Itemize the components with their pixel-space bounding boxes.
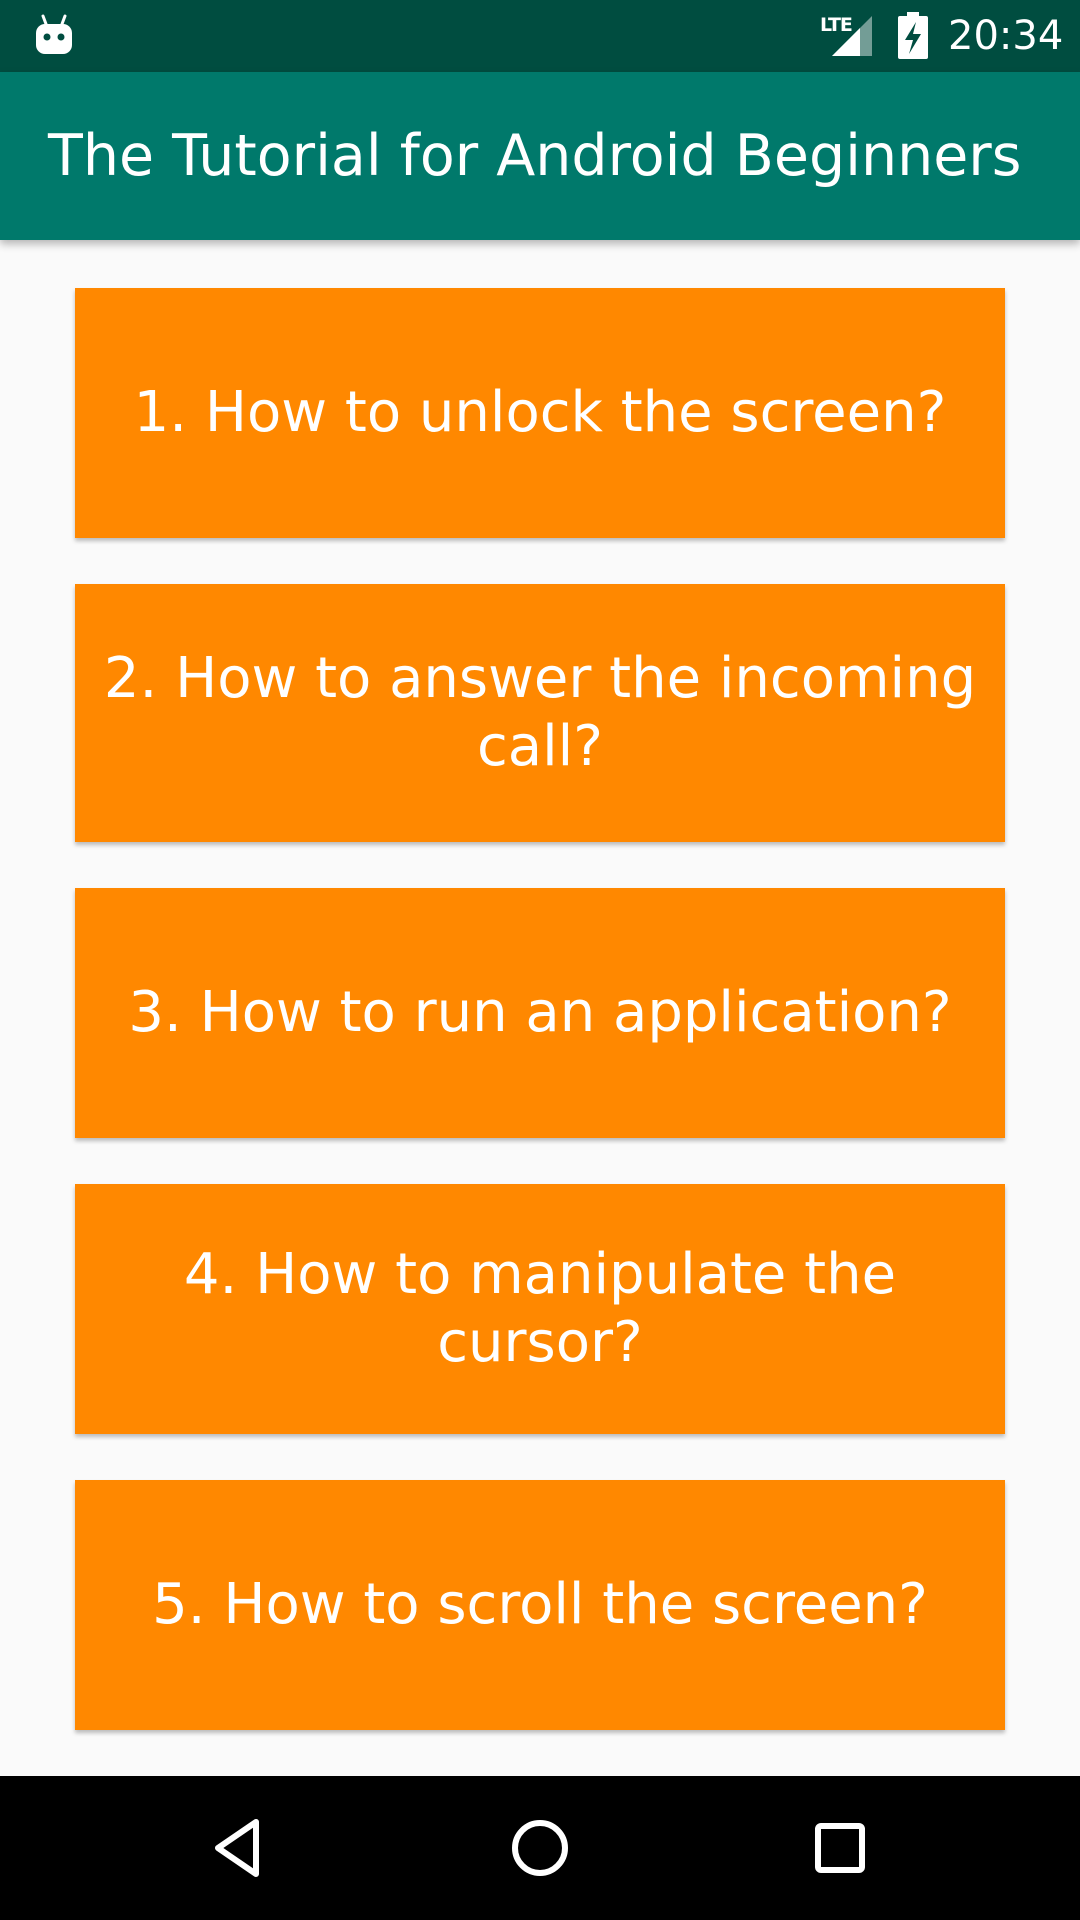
- tutorial-3-label: 3. How to run an application?: [128, 980, 952, 1045]
- tutorial-4-label: 4. How to manipulate the cursor?: [183, 1242, 897, 1375]
- tutorial-5-label: 5. How to scroll the screen?: [152, 1572, 928, 1637]
- tutorial-1-button[interactable]: 1. How to unlock the screen?: [75, 288, 1005, 538]
- tutorial-5-button[interactable]: 5. How to scroll the screen?: [75, 1480, 1005, 1730]
- back-icon[interactable]: [204, 1812, 276, 1884]
- tutorial-3-button[interactable]: 3. How to run an application?: [75, 888, 1005, 1138]
- tutorial-2-label: 2. How to answer the incoming call?: [103, 646, 977, 779]
- android-notification-icon: [36, 14, 72, 54]
- status-clock: 20:34: [948, 13, 1064, 59]
- tutorial-list: 1. How to unlock the screen? 2. How to a…: [0, 240, 1080, 1776]
- signal-icon: [832, 16, 872, 56]
- home-icon[interactable]: [504, 1812, 576, 1884]
- navigation-bar: [0, 1776, 1080, 1920]
- tutorial-1-label: 1. How to unlock the screen?: [133, 380, 947, 445]
- tutorial-2-button[interactable]: 2. How to answer the incoming call?: [75, 584, 1005, 842]
- battery-charging-icon: [898, 12, 928, 59]
- tutorial-4-button[interactable]: 4. How to manipulate the cursor?: [75, 1184, 1005, 1434]
- status-bar: LTE 20:34: [0, 0, 1080, 72]
- recents-icon[interactable]: [804, 1812, 876, 1884]
- app-bar: The Tutorial for Android Beginners: [0, 72, 1080, 240]
- page-title: The Tutorial for Android Beginners: [48, 123, 1022, 189]
